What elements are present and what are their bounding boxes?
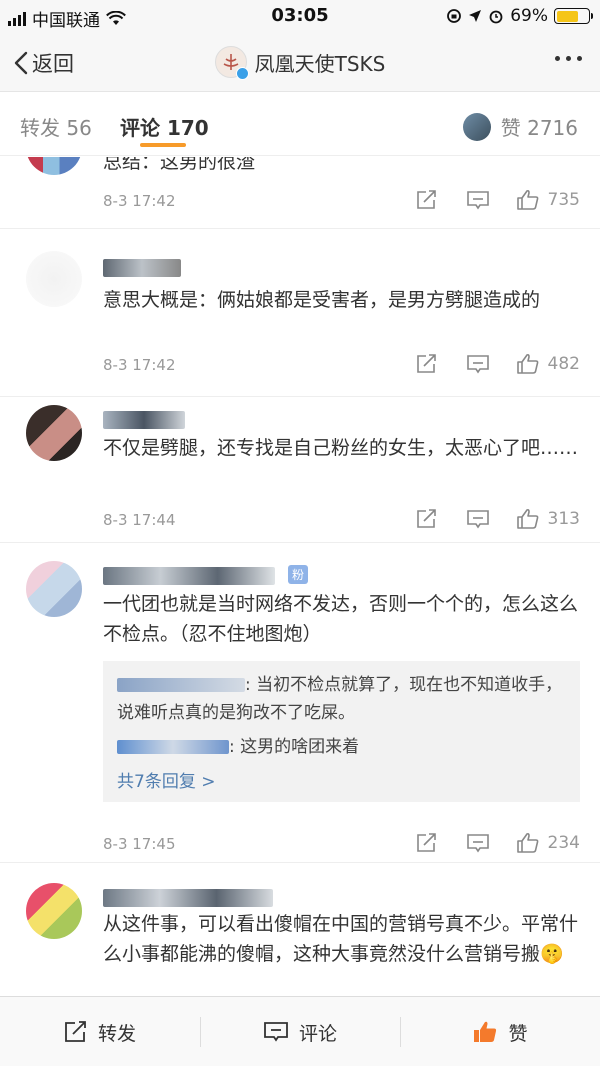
- account-avatar: [214, 46, 249, 80]
- comment-text: 总结：这男的很渣: [103, 157, 256, 173]
- liker-avatar: [462, 112, 491, 141]
- reply-preview-box[interactable]: : 当初不检点就算了，现在也不知道收手，说难听点真的是狗改不了吃屎。 : 这男的…: [103, 661, 580, 802]
- battery-fill: [556, 10, 578, 22]
- reply-item[interactable]: : 当初不检点就算了，现在也不知道收手，说难听点真的是狗改不了吃屎。: [117, 671, 566, 727]
- like-comment-button[interactable]: 313: [516, 508, 580, 530]
- comment-item: 粉 一代团也就是当时网络不发达，否则一个个的，怎么这么不检点。（忍不住地图炮） …: [0, 543, 600, 863]
- comment-icon: [466, 510, 489, 529]
- rotation-lock-icon: [447, 9, 462, 23]
- username-blurred[interactable]: [103, 411, 185, 429]
- status-right: 69%: [446, 6, 593, 26]
- tab-like[interactable]: 赞 2716: [462, 112, 578, 141]
- avatar[interactable]: [26, 405, 82, 461]
- share-icon: [416, 833, 436, 852]
- comment-time: 8-3 17:45: [103, 835, 176, 853]
- comment-time: 8-3 17:42: [103, 192, 176, 210]
- like-comment-button[interactable]: 234: [516, 832, 580, 854]
- like-label: 赞: [508, 1022, 528, 1045]
- avatar[interactable]: [26, 251, 82, 307]
- avatar[interactable]: [26, 157, 82, 175]
- comment-time: 8-3 17:42: [103, 356, 176, 374]
- username-blurred[interactable]: [103, 889, 273, 907]
- comment-actions: 313: [416, 508, 580, 530]
- tab-forward[interactable]: 转发 56: [20, 112, 92, 141]
- like-button[interactable]: 赞: [400, 997, 600, 1066]
- bottom-action-bar: 转发 评论 赞: [0, 996, 600, 1066]
- share-comment-button[interactable]: [416, 354, 438, 374]
- comment-icon: [264, 1022, 288, 1042]
- like-comment-button[interactable]: 735: [516, 189, 580, 211]
- username-blurred[interactable]: [103, 567, 275, 585]
- share-comment-button[interactable]: [416, 833, 438, 853]
- active-tab-indicator: [140, 143, 186, 147]
- fan-badge: 粉: [288, 565, 309, 584]
- share-icon: [416, 354, 436, 373]
- thumbs-up-filled-icon: [474, 1021, 497, 1042]
- comment-time: 8-3 17:44: [103, 511, 176, 529]
- like-comment-button[interactable]: 482: [516, 353, 580, 375]
- comment-item: 从这件事，可以看出傻帽在中国的营销号真不少。平常什么小事都能沸的傻帽，这种大事竟…: [0, 863, 600, 996]
- comment-button[interactable]: 评论: [200, 997, 400, 1066]
- comment-item: 不仅是劈腿，还专找是自己粉丝的女生，太恶心了吧…… 8-3 17:44 313: [0, 397, 600, 543]
- forward-button[interactable]: 转发: [0, 997, 200, 1066]
- tab-bar: 转发 56 评论 170 赞 2716: [0, 92, 600, 156]
- comment-item: 意思大概是：俩姑娘都是受害者，是男方劈腿造成的 8-3 17:42 482: [0, 229, 600, 397]
- avatar[interactable]: [26, 561, 82, 617]
- share-icon: [416, 509, 436, 528]
- thumbs-up-icon: [516, 508, 538, 529]
- like-count: 313: [547, 509, 580, 529]
- reply-comment-button[interactable]: [466, 509, 490, 529]
- comment-list: 总结：这男的很渣 8-3 17:42 735 意思大概是：俩姑娘都是受害者，是男…: [0, 157, 600, 996]
- reply-username-blurred: [117, 740, 229, 754]
- alarm-icon: [489, 10, 503, 24]
- nav-title[interactable]: 凤凰天使TSKS: [0, 46, 600, 80]
- view-all-replies-link[interactable]: 共7条回复 >: [117, 767, 566, 792]
- status-bar: 中国联通 03:05 69%: [0, 0, 600, 32]
- comment-icon: [466, 191, 489, 210]
- tab-like-label: 赞 2716: [500, 116, 578, 140]
- battery-icon: [554, 8, 593, 24]
- comment-text: 一代团也就是当时网络不发达，否则一个个的，怎么这么不检点。（忍不住地图炮）: [103, 593, 579, 645]
- comment-label: 评论: [298, 1022, 337, 1045]
- comment-text: 意思大概是：俩姑娘都是受害者，是男方劈腿造成的: [103, 289, 541, 311]
- reply-username-blurred: [117, 678, 245, 692]
- comment-actions: 735: [416, 189, 580, 211]
- location-icon: [469, 10, 482, 22]
- comment-icon: [466, 834, 489, 853]
- nav-bar: 返回 凤凰天使TSKS: [0, 32, 600, 92]
- username-blurred[interactable]: [103, 259, 181, 277]
- comment-actions: 234: [416, 832, 580, 854]
- thumbs-up-icon: [516, 189, 538, 210]
- like-count: 482: [547, 354, 580, 374]
- verified-badge-icon: [235, 67, 249, 80]
- account-name: 凤凰天使TSKS: [254, 51, 386, 76]
- comment-actions: 482: [416, 353, 580, 375]
- comment-icon: [466, 355, 489, 374]
- reply-text: : 这男的啥团来着: [229, 737, 360, 757]
- forward-label: 转发: [97, 1022, 136, 1045]
- comment-item: 总结：这男的很渣 8-3 17:42 735: [0, 157, 600, 229]
- more-options-icon[interactable]: [555, 56, 582, 61]
- tab-comment[interactable]: 评论 170: [120, 112, 209, 141]
- battery-percent: 69%: [510, 6, 548, 26]
- thumbs-up-icon: [516, 353, 538, 374]
- reply-comment-button[interactable]: [466, 354, 490, 374]
- reply-comment-button[interactable]: [466, 190, 490, 210]
- share-icon: [416, 190, 436, 209]
- share-comment-button[interactable]: [416, 509, 438, 529]
- avatar[interactable]: [26, 883, 82, 939]
- share-comment-button[interactable]: [416, 190, 438, 210]
- like-count: 234: [547, 833, 580, 853]
- comment-text: 不仅是劈腿，还专找是自己粉丝的女生，太恶心了吧……: [103, 437, 579, 459]
- reply-comment-button[interactable]: [466, 833, 490, 853]
- reply-item[interactable]: : 这男的啥团来着: [117, 733, 566, 761]
- share-icon: [65, 1021, 86, 1042]
- comment-text: 从这件事，可以看出傻帽在中国的营销号真不少。平常什么小事都能沸的傻帽，这种大事竟…: [103, 913, 579, 965]
- like-count: 735: [547, 190, 580, 210]
- thumbs-up-icon: [516, 832, 538, 853]
